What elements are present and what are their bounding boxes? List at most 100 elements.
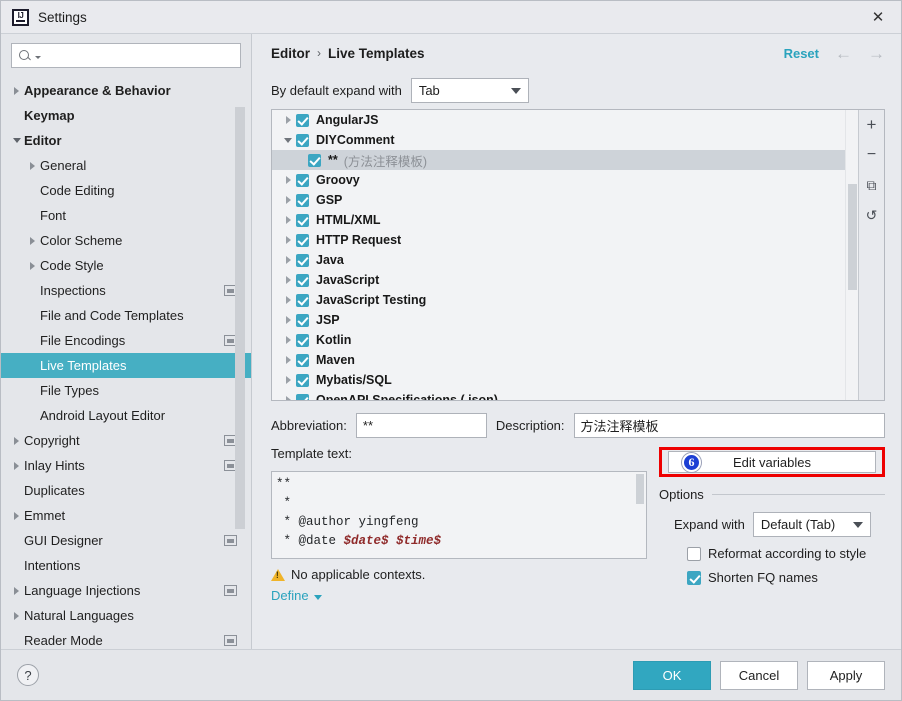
forward-arrow-icon[interactable]: → bbox=[868, 45, 885, 62]
template-checkbox[interactable] bbox=[296, 253, 309, 267]
template-checkbox[interactable] bbox=[296, 333, 309, 347]
chevron-right-icon[interactable] bbox=[280, 216, 296, 224]
restore-template-button[interactable]: ↺ bbox=[862, 206, 882, 224]
sidebar-item-color-scheme[interactable]: Color Scheme bbox=[1, 228, 251, 253]
search-input[interactable] bbox=[41, 48, 234, 63]
description-input[interactable]: 方法注释模板 bbox=[573, 413, 885, 438]
search-box[interactable] bbox=[11, 43, 241, 68]
shorten-checkbox-row[interactable]: Shorten FQ names bbox=[659, 570, 885, 585]
chevron-right-icon[interactable] bbox=[25, 162, 40, 170]
template-checkbox[interactable] bbox=[296, 213, 309, 227]
close-icon[interactable]: ✕ bbox=[855, 1, 901, 33]
chevron-right-icon[interactable] bbox=[280, 336, 296, 344]
table-row[interactable]: Java bbox=[272, 250, 845, 270]
sidebar-item-gui-designer[interactable]: GUI Designer bbox=[1, 528, 251, 553]
editor-scrollbar-track[interactable] bbox=[634, 472, 646, 558]
template-checkbox[interactable] bbox=[296, 173, 309, 187]
table-row[interactable]: JavaScript bbox=[272, 270, 845, 290]
table-row[interactable]: Mybatis/SQL bbox=[272, 370, 845, 390]
table-row[interactable]: Maven bbox=[272, 350, 845, 370]
copy-template-button[interactable]: ⧉ bbox=[862, 176, 882, 194]
reformat-checkbox[interactable] bbox=[687, 546, 701, 561]
sidebar-item-general[interactable]: General bbox=[1, 153, 251, 178]
table-row[interactable]: HTML/XML bbox=[272, 210, 845, 230]
template-checkbox[interactable] bbox=[296, 293, 309, 307]
shorten-fq-checkbox[interactable] bbox=[687, 570, 701, 585]
remove-template-button[interactable]: − bbox=[862, 146, 882, 164]
ok-button[interactable]: OK bbox=[633, 660, 711, 690]
back-arrow-icon[interactable]: ← bbox=[835, 45, 852, 62]
templates-tree[interactable]: AngularJS DIYComment ** (方法注释模板) Groovy GSP HT… bbox=[272, 110, 845, 400]
chevron-right-icon[interactable] bbox=[280, 176, 296, 184]
sidebar-item-file-types[interactable]: File Types bbox=[1, 378, 251, 403]
template-checkbox[interactable] bbox=[296, 313, 309, 327]
breadcrumb-item-editor[interactable]: Editor bbox=[271, 46, 310, 61]
chevron-right-icon[interactable] bbox=[280, 396, 296, 400]
template-checkbox[interactable] bbox=[296, 393, 309, 400]
template-checkbox[interactable] bbox=[296, 133, 309, 147]
reformat-checkbox-row[interactable]: Reformat according to style bbox=[659, 546, 885, 561]
template-checkbox[interactable] bbox=[296, 273, 309, 287]
define-link[interactable]: Define bbox=[271, 588, 647, 603]
sidebar-item-font[interactable]: Font bbox=[1, 203, 251, 228]
reset-link[interactable]: Reset bbox=[784, 46, 819, 61]
abbreviation-input[interactable]: ** bbox=[355, 413, 487, 438]
sidebar-item-file-encodings[interactable]: File Encodings bbox=[1, 328, 251, 353]
chevron-right-icon[interactable] bbox=[280, 356, 296, 364]
chevron-right-icon[interactable] bbox=[9, 437, 24, 445]
sidebar-item-android-layout-editor[interactable]: Android Layout Editor bbox=[1, 403, 251, 428]
sidebar-item-reader-mode[interactable]: Reader Mode bbox=[1, 628, 251, 649]
chevron-right-icon[interactable] bbox=[280, 316, 296, 324]
sidebar-item-code-editing[interactable]: Code Editing bbox=[1, 178, 251, 203]
template-checkbox[interactable] bbox=[296, 193, 309, 207]
template-checkbox[interactable] bbox=[296, 233, 309, 247]
sidebar-item-inspections[interactable]: Inspections bbox=[1, 278, 251, 303]
default-expand-select[interactable]: Tab bbox=[410, 78, 529, 103]
sidebar-item-duplicates[interactable]: Duplicates bbox=[1, 478, 251, 503]
chevron-down-icon[interactable] bbox=[9, 138, 24, 143]
chevron-right-icon[interactable] bbox=[280, 236, 296, 244]
template-text-content[interactable]: ** * * @author yingfeng * @date $date$ $… bbox=[272, 472, 634, 558]
sidebar-item-keymap[interactable]: Keymap bbox=[1, 103, 251, 128]
template-checkbox[interactable] bbox=[296, 373, 309, 387]
chevron-right-icon[interactable] bbox=[280, 256, 296, 264]
chevron-right-icon[interactable] bbox=[280, 196, 296, 204]
sidebar-item-appearance-behavior[interactable]: Appearance & Behavior bbox=[1, 78, 251, 103]
table-row[interactable]: JSP bbox=[272, 310, 845, 330]
help-button[interactable]: ? bbox=[17, 664, 39, 686]
sidebar-item-intentions[interactable]: Intentions bbox=[1, 553, 251, 578]
chevron-right-icon[interactable] bbox=[9, 462, 24, 470]
chevron-right-icon[interactable] bbox=[25, 237, 40, 245]
chevron-right-icon[interactable] bbox=[25, 262, 40, 270]
table-row[interactable]: GSP bbox=[272, 190, 845, 210]
chevron-right-icon[interactable] bbox=[9, 587, 24, 595]
chevron-right-icon[interactable] bbox=[280, 116, 296, 124]
sidebar-item-file-and-code-templates[interactable]: File and Code Templates bbox=[1, 303, 251, 328]
table-row[interactable]: Kotlin bbox=[272, 330, 845, 350]
table-row[interactable]: OpenAPI Specifications (.json) bbox=[272, 390, 845, 400]
sidebar-item-language-injections[interactable]: Language Injections bbox=[1, 578, 251, 603]
chevron-right-icon[interactable] bbox=[9, 512, 24, 520]
table-row[interactable]: DIYComment bbox=[272, 130, 845, 150]
sidebar-item-inlay-hints[interactable]: Inlay Hints bbox=[1, 453, 251, 478]
chevron-down-icon[interactable] bbox=[280, 138, 296, 143]
apply-button[interactable]: Apply bbox=[807, 660, 885, 690]
sidebar-item-natural-languages[interactable]: Natural Languages bbox=[1, 603, 251, 628]
table-row[interactable]: HTTP Request bbox=[272, 230, 845, 250]
chevron-right-icon[interactable] bbox=[9, 612, 24, 620]
chevron-right-icon[interactable] bbox=[280, 296, 296, 304]
sidebar-item-emmet[interactable]: Emmet bbox=[1, 503, 251, 528]
table-row[interactable]: AngularJS bbox=[272, 110, 845, 130]
cancel-button[interactable]: Cancel bbox=[720, 660, 798, 690]
expand-with-select[interactable]: Default (Tab) bbox=[752, 512, 871, 537]
add-template-button[interactable]: + bbox=[862, 115, 882, 134]
chevron-right-icon[interactable] bbox=[9, 87, 24, 95]
editor-scrollbar-thumb[interactable] bbox=[636, 474, 644, 504]
chevron-right-icon[interactable] bbox=[280, 276, 296, 284]
table-row[interactable]: Groovy bbox=[272, 170, 845, 190]
templates-scrollbar-track[interactable] bbox=[845, 110, 858, 400]
sidebar-item-code-style[interactable]: Code Style bbox=[1, 253, 251, 278]
table-row[interactable]: ** (方法注释模板) bbox=[272, 150, 845, 170]
sidebar-scrollbar-track[interactable] bbox=[235, 107, 245, 529]
template-checkbox[interactable] bbox=[296, 113, 309, 127]
